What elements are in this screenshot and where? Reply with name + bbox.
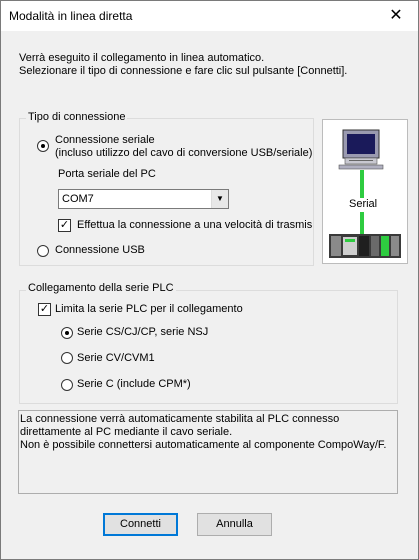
intro-line-1: Verrà eseguito il collegamento in linea …	[19, 52, 265, 64]
limit-plc-series-checkbox[interactable]: ✓	[38, 303, 51, 316]
serial-port-select[interactable]: COM7 ▼	[58, 189, 229, 209]
intro-text: Verrà eseguito il collegamento in linea …	[19, 52, 347, 78]
info-text: La connessione verrà automaticamente sta…	[20, 413, 387, 451]
connection-illustration	[329, 129, 401, 258]
serial-connection-sublabel: (incluso utilizzo del cavo di conversion…	[55, 147, 313, 159]
connect-button[interactable]: Connetti	[103, 513, 178, 536]
info-message: La connessione verrà automaticamente sta…	[18, 410, 398, 494]
serial-connection-radio[interactable]	[37, 140, 49, 152]
intro-line-2: Selezionare il tipo di connessione e far…	[19, 65, 348, 77]
pc-serial-port-label: Porta seriale del PC	[58, 168, 156, 180]
illustration-label: Serial	[349, 198, 378, 210]
dialog-window: Modalità in linea diretta ✕ Verrà esegui…	[0, 0, 419, 560]
speed-checkbox-label[interactable]: Effettua la connessione a una velocità d…	[77, 219, 312, 231]
pc-to-plc-serial-icon: Serial	[322, 119, 408, 264]
series-option-label[interactable]: Serie CS/CJ/CP, serie NSJ	[77, 326, 208, 338]
series-radio-cs-cj-cp[interactable]	[61, 327, 73, 339]
serial-connection-label[interactable]: Connessione seriale	[55, 134, 155, 146]
connection-type-legend: Tipo di connessione	[26, 111, 128, 123]
limit-plc-series-label[interactable]: Limita la serie PLC per il collegamento	[55, 303, 243, 315]
title-bar: Modalità in linea diretta ✕	[1, 1, 418, 31]
window-title: Modalità in linea diretta	[9, 9, 133, 23]
usb-connection-label[interactable]: Connessione USB	[55, 244, 145, 256]
plc-series-legend: Collegamento della serie PLC	[26, 282, 176, 294]
chevron-down-icon[interactable]: ▼	[211, 190, 228, 208]
series-radio-cv-cvm1[interactable]	[61, 352, 73, 364]
usb-connection-radio[interactable]	[37, 245, 49, 257]
series-option-label[interactable]: Serie C (include CPM*)	[77, 378, 191, 390]
series-radio-c[interactable]	[61, 379, 73, 391]
cancel-button[interactable]: Annulla	[197, 513, 272, 536]
speed-checkbox[interactable]: ✓	[58, 219, 71, 232]
serial-port-value: COM7	[62, 193, 94, 205]
series-option-label[interactable]: Serie CV/CVM1	[77, 352, 155, 364]
close-icon[interactable]: ✕	[374, 1, 418, 31]
